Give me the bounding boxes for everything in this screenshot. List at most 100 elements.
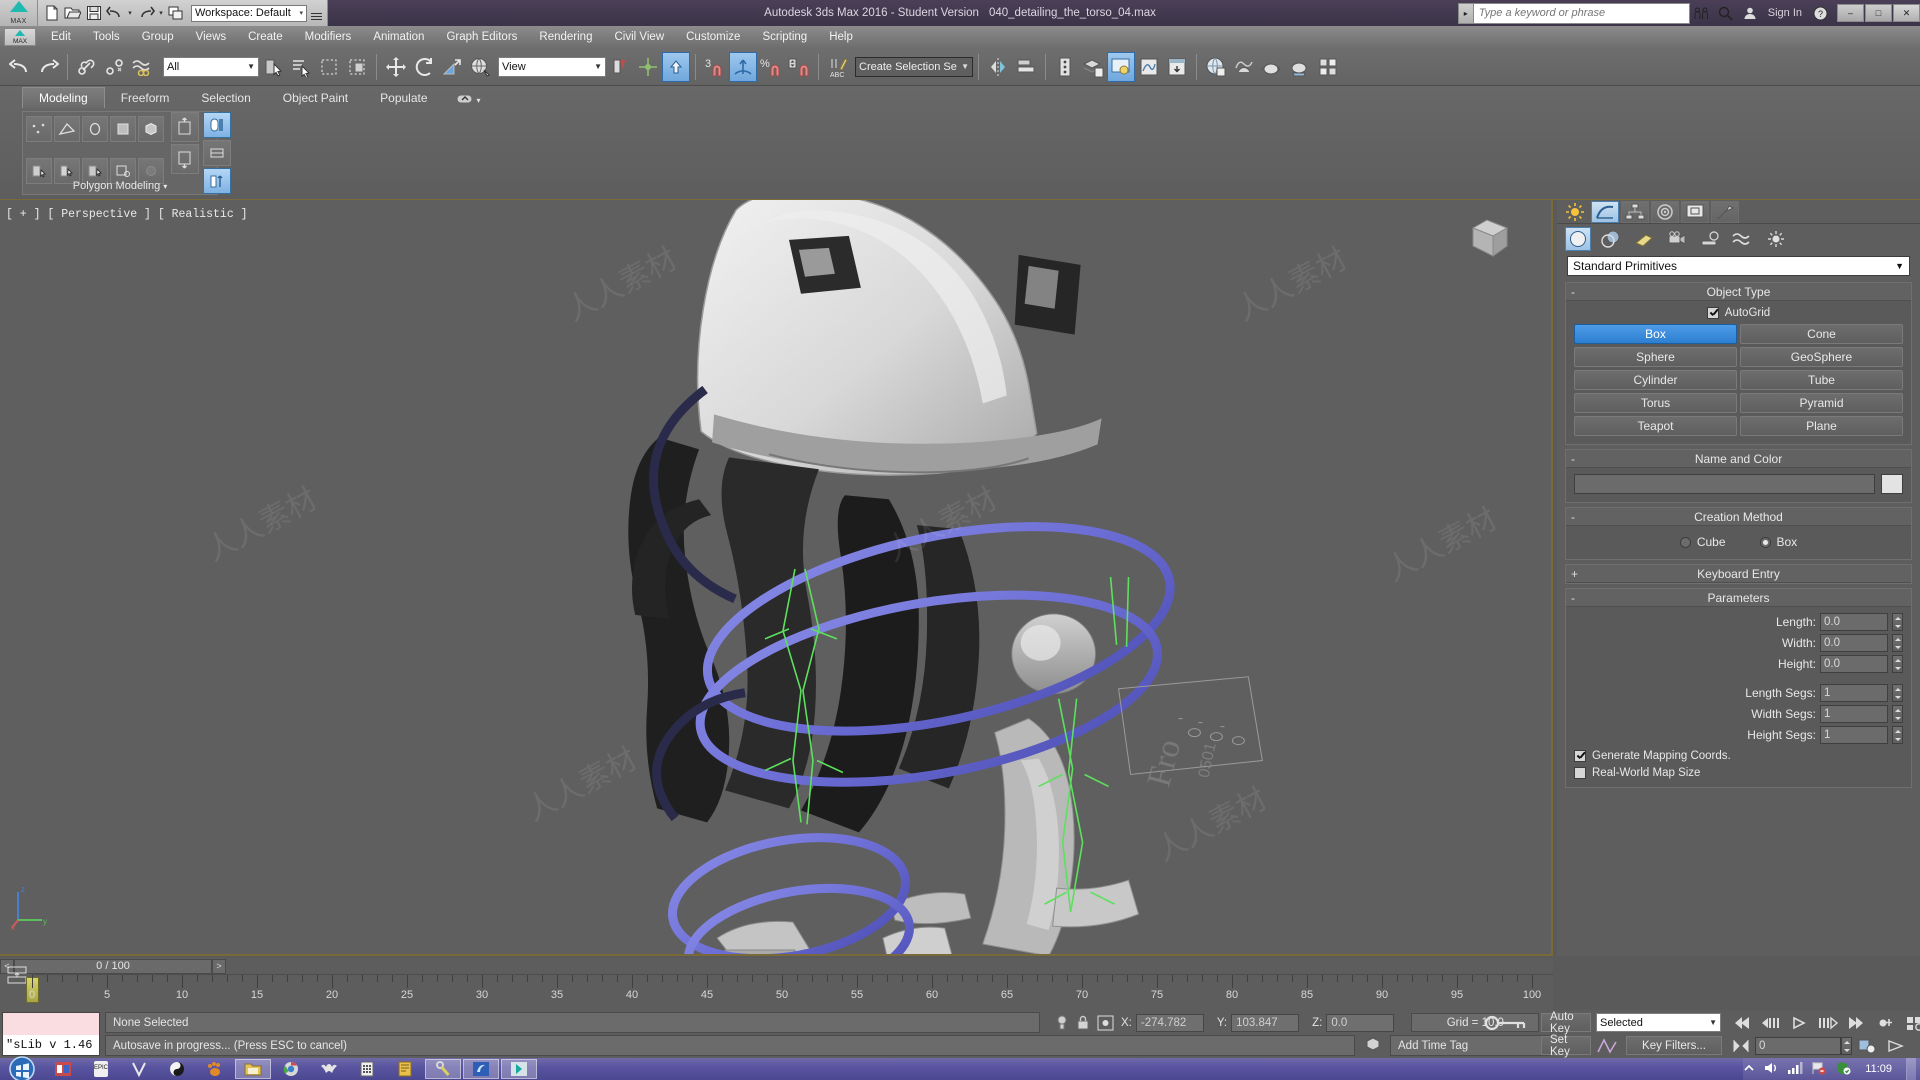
selection-filter-combo[interactable]: All ▼ [163, 56, 259, 77]
element-subobject-icon[interactable] [138, 116, 164, 142]
primitive-button-geosphere[interactable]: GeoSphere [1740, 347, 1903, 367]
object-type-header[interactable]: - Object Type [1566, 283, 1911, 301]
next-frame-button[interactable]: > [212, 958, 226, 974]
create-tab-icon[interactable] [1561, 201, 1589, 223]
height-segs-input[interactable]: 1 [1820, 726, 1888, 744]
creation-method-header[interactable]: - Creation Method [1566, 508, 1911, 526]
creation-method-box-radio[interactable]: Box [1759, 535, 1797, 549]
new-file-icon[interactable] [42, 4, 61, 23]
height-input[interactable]: 0.0 [1820, 655, 1888, 673]
ribbon-minimize-icon[interactable] [456, 93, 474, 108]
help-search-icon[interactable] [1714, 2, 1738, 24]
menu-item-views[interactable]: Views [185, 26, 237, 48]
maximize-button[interactable]: □ [1865, 4, 1892, 22]
mirror-icon[interactable] [984, 52, 1012, 82]
autogrid-checkbox-row[interactable]: AutoGrid [1574, 307, 1903, 319]
preserve-uvs-icon[interactable] [203, 112, 231, 138]
rendered-frame-window-icon[interactable] [1163, 52, 1191, 82]
taskbar-button-tool[interactable] [425, 1059, 461, 1079]
network-icon[interactable] [1787, 1061, 1803, 1078]
start-button[interactable] [0, 1056, 44, 1080]
menu-item-graph-editors[interactable]: Graph Editors [435, 26, 528, 48]
select-and-move-icon[interactable] [382, 52, 410, 82]
key-mode-combo[interactable]: Selected ▼ [1596, 1013, 1721, 1032]
ribbon-tab-populate[interactable]: Populate [364, 88, 443, 108]
sign-in-button[interactable]: Sign In [1762, 7, 1808, 19]
autogrid-checkbox[interactable] [1706, 307, 1719, 319]
ribbon-tab-freeform[interactable]: Freeform [105, 88, 186, 108]
y-coord-input[interactable]: 103.847 [1231, 1013, 1300, 1032]
display-tab-icon[interactable] [1681, 200, 1709, 223]
radio-box[interactable] [1759, 536, 1771, 548]
radio-cube[interactable] [1679, 536, 1691, 548]
primitive-button-cylinder[interactable]: Cylinder [1574, 370, 1737, 390]
menu-item-civil-view[interactable]: Civil View [603, 26, 675, 48]
volume-icon[interactable] [1763, 1061, 1779, 1078]
undo-tool-icon[interactable] [6, 52, 34, 82]
time-tag-cube-icon[interactable] [1365, 1036, 1381, 1052]
object-category-dropdown[interactable]: Standard Primitives ▼ [1567, 256, 1910, 276]
polygon-subobject-icon[interactable] [110, 116, 136, 142]
lights-category-icon[interactable] [1631, 227, 1657, 251]
edit-named-selection-sets-icon[interactable]: ABC [824, 52, 852, 82]
security-shield-icon[interactable] [1835, 1061, 1851, 1078]
taskbar-button-paw[interactable] [197, 1059, 233, 1079]
play-animation-icon[interactable] [1784, 1012, 1813, 1034]
taskbar-button-notes[interactable] [387, 1059, 423, 1079]
edge-subobject-icon[interactable] [54, 116, 80, 142]
taskbar-button-epic[interactable]: EPIC [83, 1059, 119, 1079]
vertex-subobject-icon[interactable] [26, 116, 52, 142]
border-subobject-icon[interactable] [82, 116, 108, 142]
select-and-scale-icon[interactable] [438, 52, 466, 82]
show-end-result-down-icon[interactable] [171, 144, 199, 174]
select-and-link-icon[interactable] [73, 52, 101, 82]
generate-mapping-coords-row[interactable]: Generate Mapping Coords. [1574, 750, 1903, 762]
space-warps-category-icon[interactable] [1730, 227, 1756, 251]
generate-mapping-coords-checkbox[interactable] [1574, 750, 1586, 762]
polygon-modeling-label[interactable]: Polygon Modeling ▾ [23, 180, 217, 192]
primitive-button-box[interactable]: Box [1574, 324, 1737, 344]
select-object-icon[interactable] [259, 52, 287, 82]
systems-category-icon[interactable] [1763, 227, 1789, 251]
menu-item-scripting[interactable]: Scripting [751, 26, 818, 48]
user-account-icon[interactable] [1738, 2, 1762, 24]
shapes-category-icon[interactable] [1598, 227, 1624, 251]
workspace-selector[interactable]: Workspace: Default ▾ [191, 4, 307, 22]
time-configuration-icon[interactable] [1871, 1012, 1900, 1034]
maxscript-input-line[interactable] [3, 1013, 99, 1035]
select-by-name-icon[interactable] [287, 52, 315, 82]
render-teapot-icon[interactable] [1258, 52, 1286, 82]
show-end-result-up-icon[interactable] [171, 112, 199, 142]
viewcube-icon[interactable] [1467, 214, 1513, 260]
primitive-button-teapot[interactable]: Teapot [1574, 416, 1737, 436]
set-project-folder-icon[interactable] [167, 4, 186, 23]
menu-item-modifiers[interactable]: Modifiers [294, 26, 363, 48]
align-icon[interactable] [1012, 52, 1040, 82]
creation-method-cube-radio[interactable]: Cube [1679, 535, 1726, 549]
real-world-map-size-row[interactable]: Real-World Map Size [1574, 767, 1903, 779]
reference-coordinate-system-combo[interactable]: View ▼ [498, 56, 606, 77]
primitive-button-plane[interactable]: Plane [1740, 416, 1903, 436]
width-input[interactable]: 0.0 [1820, 634, 1888, 652]
go-to-start-icon[interactable] [1726, 1012, 1755, 1034]
render-teapot-alt-icon[interactable] [1286, 52, 1314, 82]
undo-dropdown-icon[interactable]: ▾ [126, 4, 134, 23]
current-frame-input[interactable]: 0 [1755, 1037, 1841, 1055]
maxscript-mini-listener[interactable]: "sLib v 1.46 [2, 1012, 100, 1056]
real-world-map-size-checkbox[interactable] [1574, 767, 1586, 779]
primitive-button-torus[interactable]: Torus [1574, 393, 1737, 413]
z-coord-input[interactable]: 0.0 [1326, 1013, 1395, 1032]
taskbar-button-bat[interactable] [311, 1059, 347, 1079]
keyboard-entry-header[interactable]: + Keyboard Entry [1566, 565, 1911, 583]
show-hidden-icons-button[interactable] [1743, 1062, 1755, 1077]
select-and-rotate-icon[interactable] [410, 52, 438, 82]
communication-center-icon[interactable] [1690, 2, 1714, 24]
render-production-icon[interactable] [1202, 52, 1230, 82]
material-editor-icon[interactable] [1107, 51, 1135, 82]
save-file-icon[interactable] [84, 4, 103, 23]
taskbar-button-3dsmax[interactable] [501, 1059, 537, 1079]
frame-counter[interactable]: 0 / 100 [14, 958, 212, 974]
current-frame-spinner[interactable] [1841, 1037, 1852, 1055]
window-crossing-toggle-icon[interactable] [343, 52, 371, 82]
set-key-button[interactable]: Set Key [1541, 1034, 1591, 1058]
